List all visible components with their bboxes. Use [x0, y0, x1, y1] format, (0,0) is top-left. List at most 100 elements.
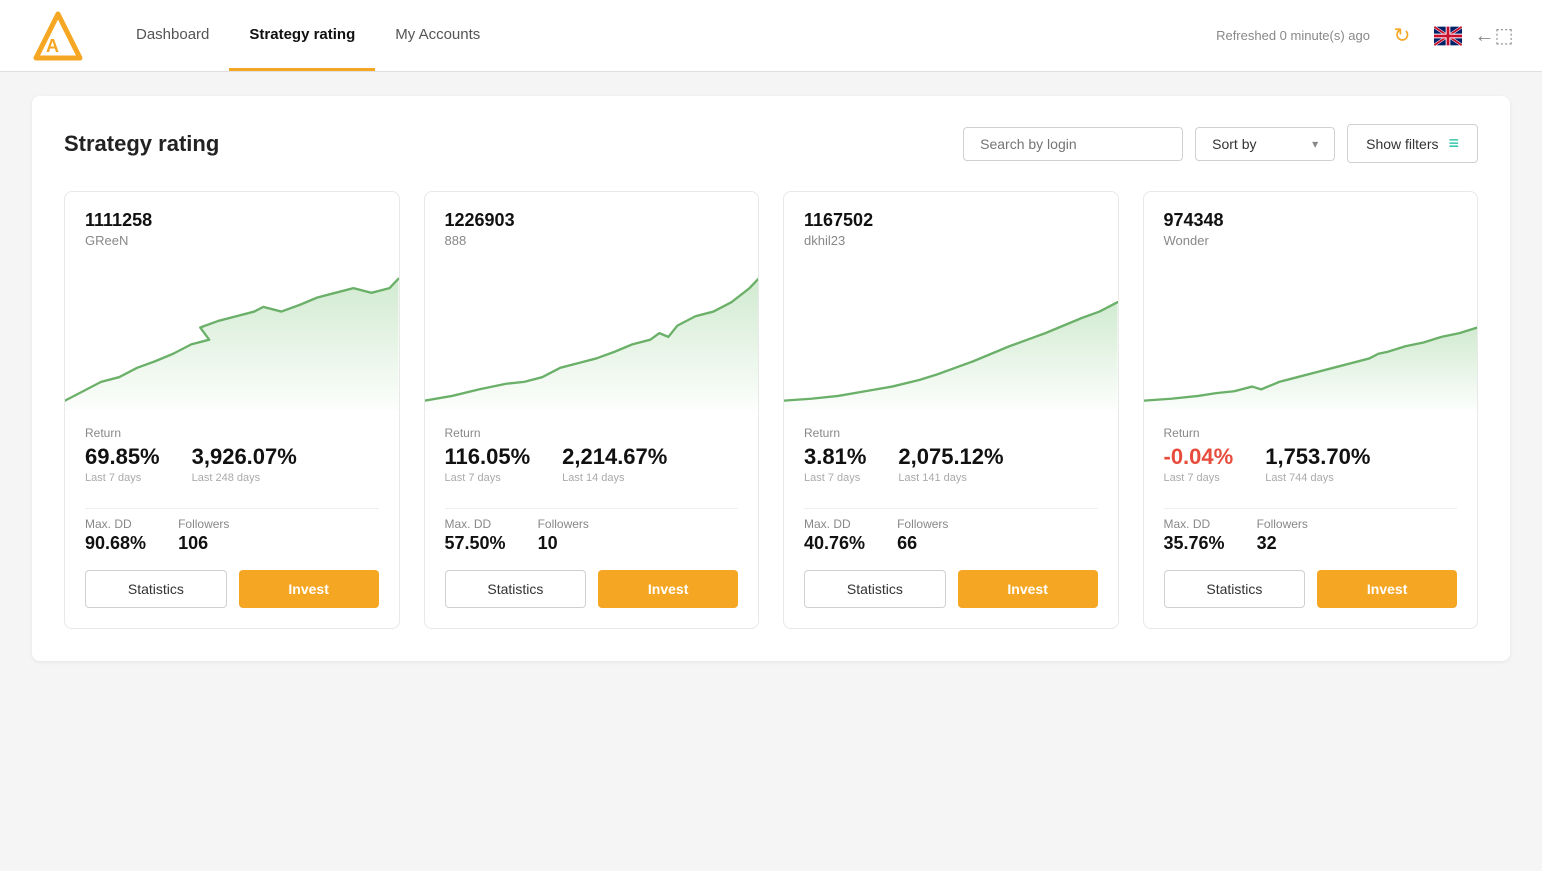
statistics-button[interactable]: Statistics: [445, 570, 587, 608]
header-right: Refreshed 0 minute(s) ago ↻ ⬚→: [1216, 20, 1510, 52]
nav-my-accounts[interactable]: My Accounts: [375, 0, 500, 71]
return-row: 116.05% Last 7 days 2,214.67% Last 14 da…: [445, 444, 739, 484]
card-name: Wonder: [1164, 233, 1458, 248]
return-7d-item: -0.04% Last 7 days: [1164, 444, 1234, 484]
return-7d-value: 116.05%: [445, 444, 531, 470]
maxdd-label: Max. DD: [804, 517, 865, 531]
strategy-rating-panel: Strategy rating Sort by ▾ Show filters ≡…: [32, 96, 1510, 661]
maxdd-item: Max. DD 57.50%: [445, 517, 506, 554]
followers-value: 32: [1257, 533, 1308, 554]
card-id: 1167502: [804, 210, 1098, 231]
page-title: Strategy rating: [64, 131, 963, 157]
card-header: 974348 Wonder: [1144, 192, 1478, 260]
card-chart: [1144, 260, 1478, 410]
strategy-card-3: 974348 Wonder Return -0.04% Last 7: [1143, 191, 1479, 629]
return-row: 69.85% Last 7 days 3,926.07% Last 248 da…: [85, 444, 379, 484]
card-id: 1111258: [85, 210, 379, 231]
return-7d-value: 3.81%: [804, 444, 866, 470]
return-total-item: 1,753.70% Last 744 days: [1265, 444, 1370, 484]
card-name: GReeN: [85, 233, 379, 248]
card-header: 1111258 GReeN: [65, 192, 399, 260]
maxdd-value: 40.76%: [804, 533, 865, 554]
panel-header: Strategy rating Sort by ▾ Show filters ≡: [64, 124, 1478, 163]
maxdd-value: 90.68%: [85, 533, 146, 554]
return-label: Return: [85, 426, 379, 440]
search-input[interactable]: [963, 127, 1183, 161]
secondary-stats-row: Max. DD 35.76% Followers 32: [1144, 517, 1478, 570]
followers-item: Followers 106: [178, 517, 229, 554]
card-name: 888: [445, 233, 739, 248]
followers-item: Followers 32: [1257, 517, 1308, 554]
card-stats: Return 3.81% Last 7 days 2,075.12% Last …: [784, 410, 1118, 500]
followers-item: Followers 10: [538, 517, 589, 554]
return-total-value: 3,926.07%: [192, 444, 297, 470]
main-content: Strategy rating Sort by ▾ Show filters ≡…: [0, 72, 1542, 685]
return-7d-value: -0.04%: [1164, 444, 1234, 470]
return-7d-label: Last 7 days: [85, 472, 160, 484]
main-nav: Dashboard Strategy rating My Accounts: [116, 0, 500, 71]
card-chart: [65, 260, 399, 410]
card-actions: Statistics Invest: [425, 570, 759, 628]
return-7d-label: Last 7 days: [445, 472, 531, 484]
statistics-button[interactable]: Statistics: [804, 570, 946, 608]
card-actions: Statistics Invest: [65, 570, 399, 628]
statistics-button[interactable]: Statistics: [1164, 570, 1306, 608]
nav-dashboard[interactable]: Dashboard: [116, 0, 229, 71]
header: A Dashboard Strategy rating My Accounts …: [0, 0, 1542, 72]
followers-value: 66: [897, 533, 948, 554]
return-label: Return: [804, 426, 1098, 440]
return-total-label: Last 744 days: [1265, 472, 1370, 484]
return-total-value: 1,753.70%: [1265, 444, 1370, 470]
return-label: Return: [445, 426, 739, 440]
maxdd-item: Max. DD 90.68%: [85, 517, 146, 554]
invest-button[interactable]: Invest: [958, 570, 1098, 608]
maxdd-label: Max. DD: [85, 517, 146, 531]
return-7d-item: 116.05% Last 7 days: [445, 444, 531, 484]
show-filters-button[interactable]: Show filters ≡: [1347, 124, 1478, 163]
return-7d-item: 3.81% Last 7 days: [804, 444, 866, 484]
chevron-down-icon: ▾: [1312, 137, 1318, 151]
strategy-card-0: 1111258 GReeN Return 69.85% Last 7: [64, 191, 400, 629]
followers-label: Followers: [1257, 517, 1308, 531]
statistics-button[interactable]: Statistics: [85, 570, 227, 608]
secondary-stats-row: Max. DD 57.50% Followers 10: [425, 517, 759, 570]
filter-icon: ≡: [1448, 133, 1459, 154]
return-7d-value: 69.85%: [85, 444, 160, 470]
divider: [804, 508, 1098, 509]
return-total-label: Last 248 days: [192, 472, 297, 484]
show-filters-label: Show filters: [1366, 136, 1438, 152]
invest-button[interactable]: Invest: [598, 570, 738, 608]
cards-grid: 1111258 GReeN Return 69.85% Last 7: [64, 191, 1478, 629]
sort-by-label: Sort by: [1212, 136, 1256, 152]
secondary-stats-row: Max. DD 40.76% Followers 66: [784, 517, 1118, 570]
maxdd-label: Max. DD: [1164, 517, 1225, 531]
refreshed-text: Refreshed 0 minute(s) ago: [1216, 28, 1370, 43]
logout-button[interactable]: ⬚→: [1478, 20, 1510, 52]
language-flag[interactable]: [1434, 26, 1462, 46]
followers-label: Followers: [178, 517, 229, 531]
divider: [1164, 508, 1458, 509]
return-total-label: Last 14 days: [562, 472, 667, 484]
sort-by-button[interactable]: Sort by ▾: [1195, 127, 1335, 161]
maxdd-value: 57.50%: [445, 533, 506, 554]
invest-button[interactable]: Invest: [1317, 570, 1457, 608]
card-id: 974348: [1164, 210, 1458, 231]
followers-item: Followers 66: [897, 517, 948, 554]
return-7d-label: Last 7 days: [1164, 472, 1234, 484]
strategy-card-2: 1167502 dkhil23 Return 3.81% Last: [783, 191, 1119, 629]
card-header: 1167502 dkhil23: [784, 192, 1118, 260]
refresh-button[interactable]: ↻: [1386, 20, 1418, 52]
followers-value: 10: [538, 533, 589, 554]
card-actions: Statistics Invest: [1144, 570, 1478, 628]
card-actions: Statistics Invest: [784, 570, 1118, 628]
return-row: -0.04% Last 7 days 1,753.70% Last 744 da…: [1164, 444, 1458, 484]
return-7d-item: 69.85% Last 7 days: [85, 444, 160, 484]
followers-label: Followers: [897, 517, 948, 531]
card-chart: [784, 260, 1118, 410]
return-total-item: 2,075.12% Last 141 days: [898, 444, 1003, 484]
invest-button[interactable]: Invest: [239, 570, 379, 608]
strategy-card-1: 1226903 888 Return 116.05% Last 7: [424, 191, 760, 629]
card-chart: [425, 260, 759, 410]
nav-strategy-rating[interactable]: Strategy rating: [229, 0, 375, 71]
return-total-item: 3,926.07% Last 248 days: [192, 444, 297, 484]
